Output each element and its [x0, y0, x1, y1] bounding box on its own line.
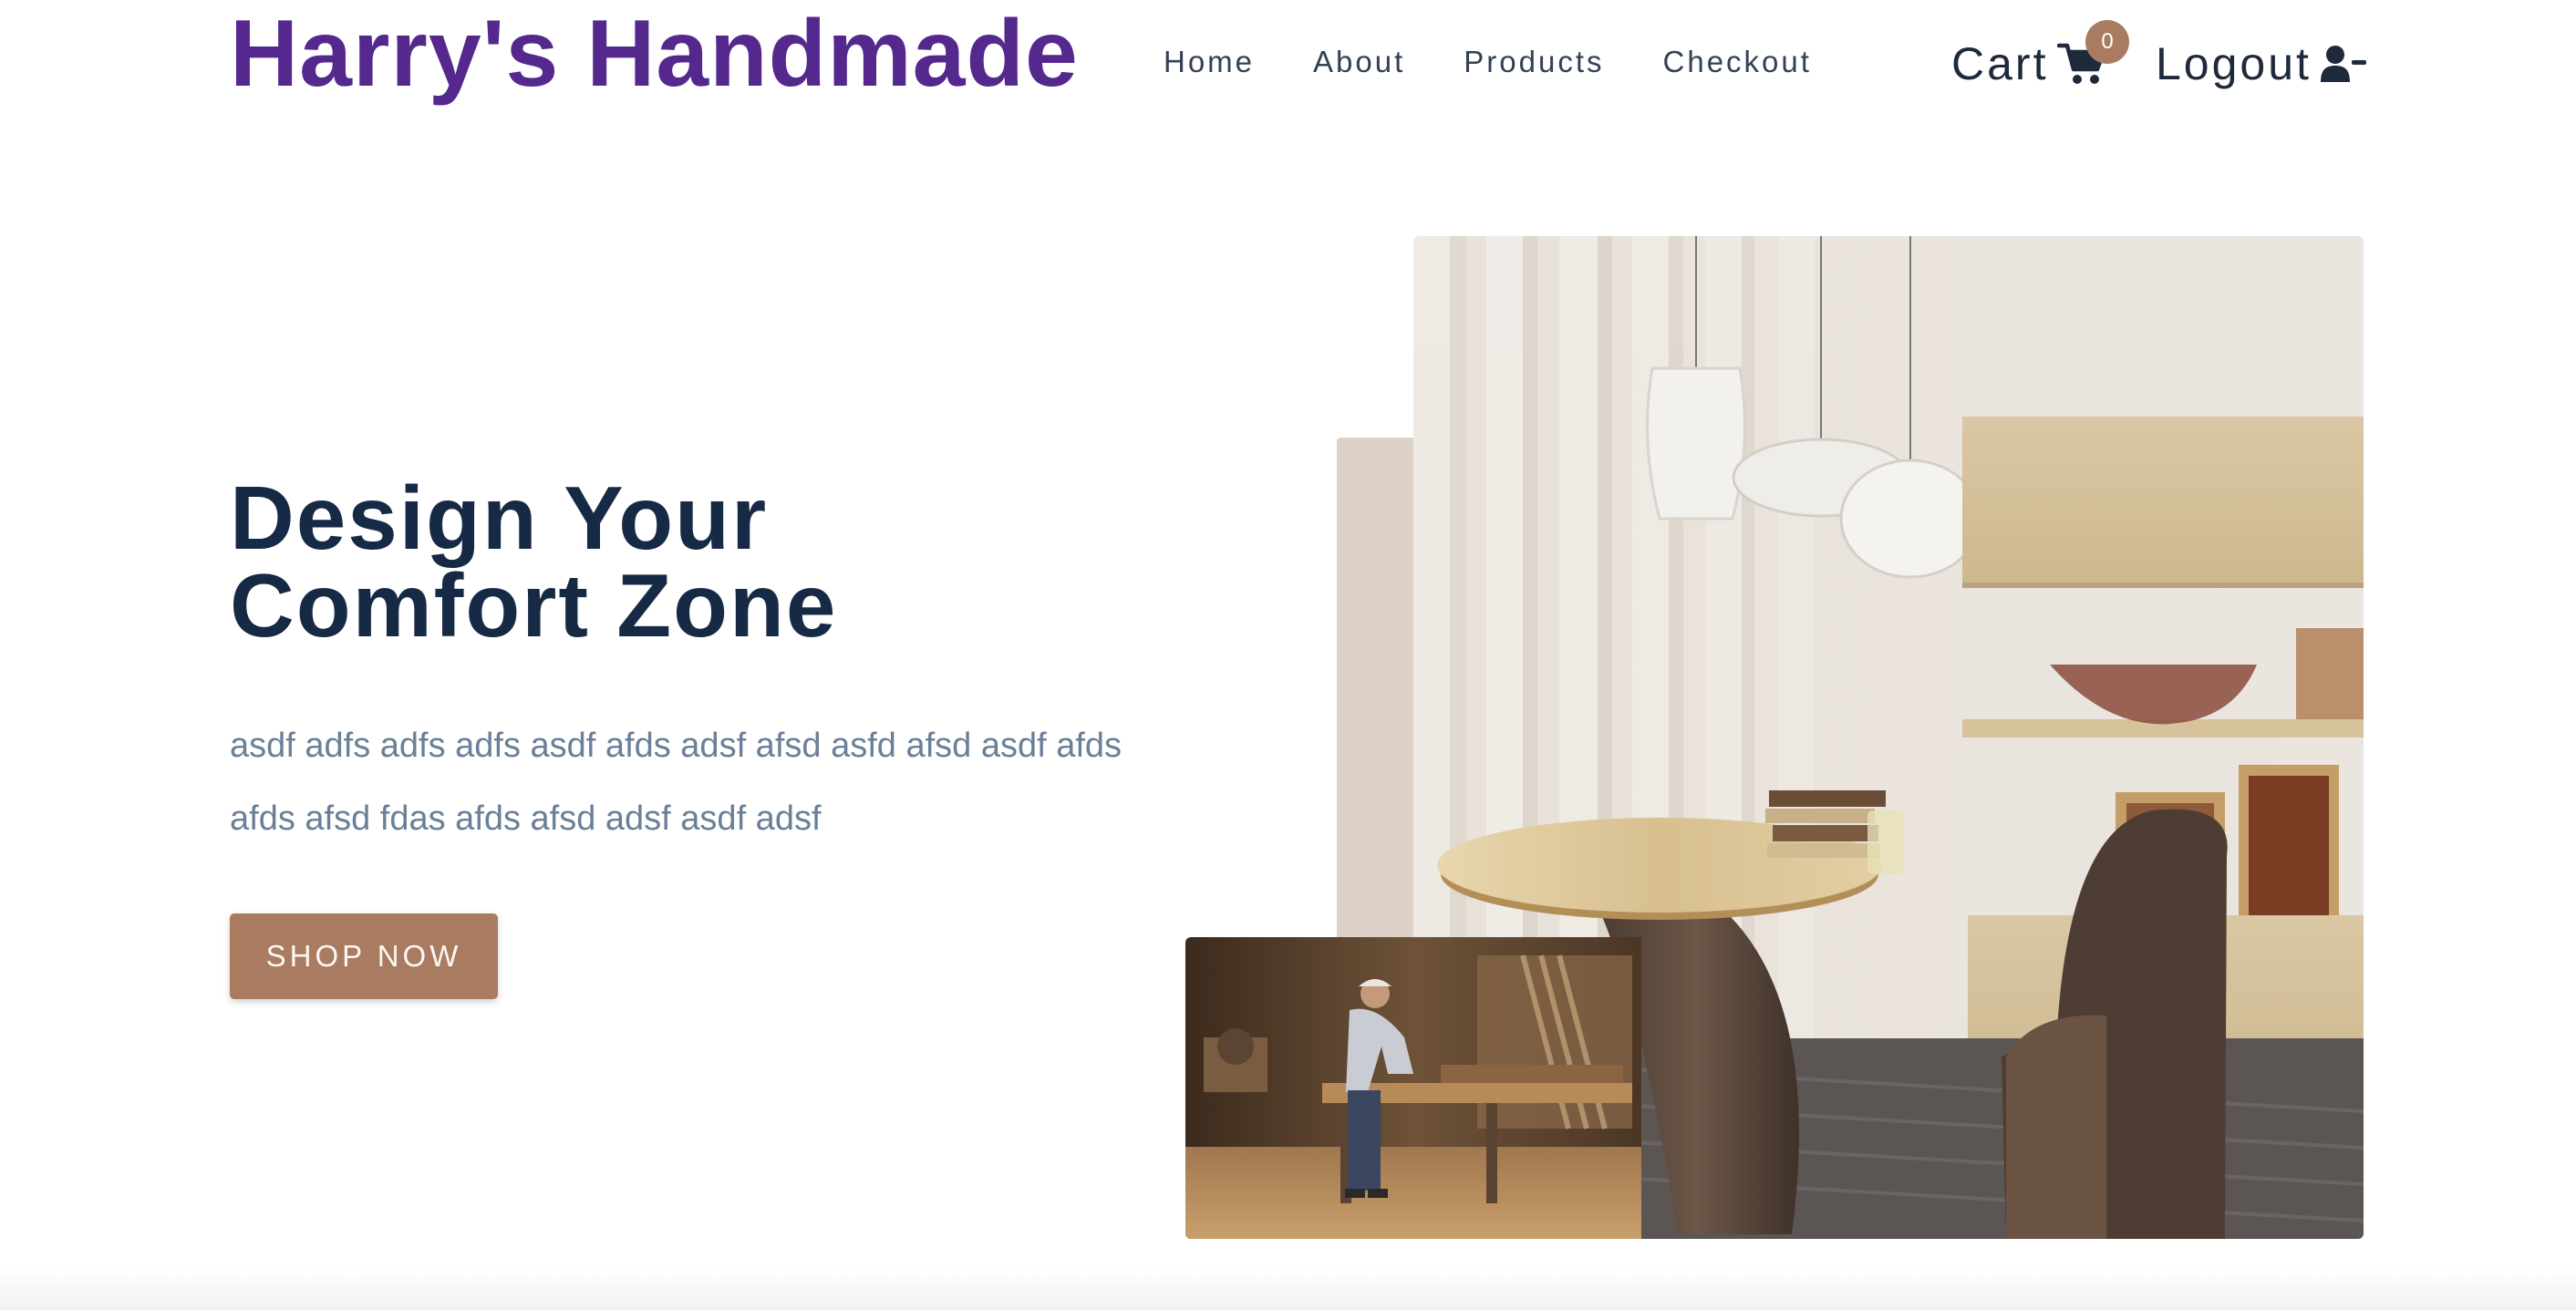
- nav-products[interactable]: Products: [1464, 40, 1604, 84]
- cart-label: Cart: [1951, 38, 2049, 89]
- main-nav: Home About Products Checkout: [1164, 40, 1870, 84]
- logout-button[interactable]: Logout: [2156, 27, 2368, 100]
- page: Harry's Handmade Home About Products Che…: [0, 0, 2576, 1310]
- cart-count-badge: 0: [2085, 20, 2129, 64]
- hero-title-line-2: Comfort Zone: [230, 555, 838, 655]
- hero-description: asdf adfs adfs adfs asdf afds adsf afsd …: [230, 727, 1122, 838]
- carpenter-workshop-image: [1185, 937, 1641, 1239]
- cart-button[interactable]: Cart: [1951, 27, 2106, 100]
- nav-checkout[interactable]: Checkout: [1663, 40, 1812, 84]
- hero-title: Design Your Comfort Zone: [230, 473, 1142, 650]
- user-minus-icon: [2320, 46, 2366, 82]
- logout-label: Logout: [2156, 38, 2312, 89]
- shop-now-button[interactable]: SHOP NOW: [230, 913, 498, 999]
- hero-title-line-1: Design Your: [230, 468, 769, 568]
- site-header: Harry's Handmade Home About Products Che…: [0, 0, 2576, 128]
- nav-home[interactable]: Home: [1164, 40, 1255, 84]
- nav-about[interactable]: About: [1313, 40, 1405, 84]
- footer-shadow: [0, 1269, 2576, 1310]
- brand-logo[interactable]: Harry's Handmade: [230, 0, 1079, 108]
